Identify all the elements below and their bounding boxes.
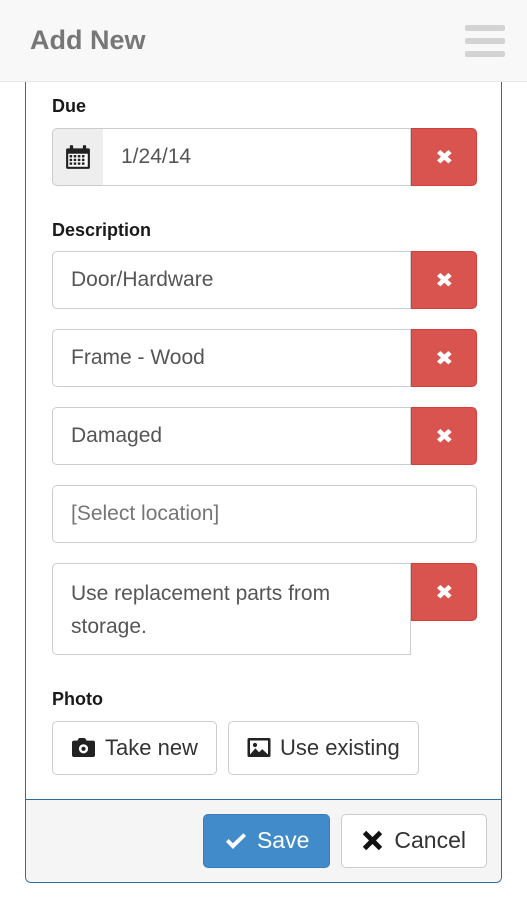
cancel-button-label: Cancel	[394, 827, 466, 854]
description-label: Description	[52, 219, 152, 240]
save-button-label: Save	[256, 827, 310, 854]
app-screen: Add New Due 1/24/14 ✖ Description Door/H…	[0, 0, 527, 900]
hamburger-bar	[465, 37, 505, 44]
description-input-2[interactable]	[52, 407, 411, 466]
description-row	[52, 485, 477, 544]
x-mark-icon: ✖	[434, 580, 454, 605]
calendar-icon[interactable]	[52, 127, 103, 186]
description-input-0[interactable]	[52, 251, 411, 310]
cancel-button[interactable]: Cancel	[341, 813, 487, 868]
take-new-photo-button[interactable]: Take new	[52, 720, 217, 775]
panel-body: Due 1/24/14 ✖ Description Door/Hardware …	[26, 60, 501, 799]
add-new-panel: Due 1/24/14 ✖ Description Door/Hardware …	[25, 60, 502, 883]
select-location-input[interactable]	[52, 485, 477, 544]
description-notes-textarea[interactable]	[52, 563, 411, 656]
delete-description-1-button[interactable]: ✖	[411, 329, 477, 388]
use-existing-photo-button[interactable]: Use existing	[227, 720, 419, 775]
take-new-photo-label: Take new	[105, 734, 198, 760]
description-row: ✖	[52, 251, 477, 310]
x-mark-icon: ✖	[434, 424, 454, 449]
check-icon	[224, 831, 248, 851]
due-field-row: ✖	[52, 127, 477, 186]
panel-footer: Save Cancel	[26, 798, 501, 882]
photo-label: Photo	[52, 689, 103, 710]
picture-image-icon	[247, 737, 271, 758]
photo-buttons: Take new Use existing	[52, 720, 475, 775]
description-row: ✖	[52, 329, 477, 388]
description-input-1[interactable]	[52, 329, 411, 388]
save-button[interactable]: Save	[202, 813, 331, 868]
delete-due-button[interactable]: ✖	[411, 127, 477, 186]
app-header: Add New	[0, 0, 527, 82]
description-row: ✖	[52, 407, 477, 466]
delete-description-0-button[interactable]: ✖	[411, 251, 477, 310]
x-mark-icon: ✖	[434, 268, 454, 293]
use-existing-photo-label: Use existing	[279, 734, 400, 760]
description-row: ✖	[52, 563, 477, 656]
hamburger-bar	[465, 24, 505, 31]
hamburger-menu-icon[interactable]	[459, 21, 505, 61]
x-mark-icon: ✖	[434, 346, 454, 371]
delete-description-4-button[interactable]: ✖	[411, 563, 477, 622]
page-title: Add New	[30, 25, 146, 55]
x-mark-icon	[362, 830, 383, 851]
hamburger-bar	[465, 50, 505, 57]
due-label: Due	[52, 96, 87, 116]
delete-description-2-button[interactable]: ✖	[411, 407, 477, 466]
camera-icon	[71, 737, 96, 758]
x-mark-icon: ✖	[434, 144, 454, 169]
due-date-input[interactable]	[103, 127, 411, 186]
